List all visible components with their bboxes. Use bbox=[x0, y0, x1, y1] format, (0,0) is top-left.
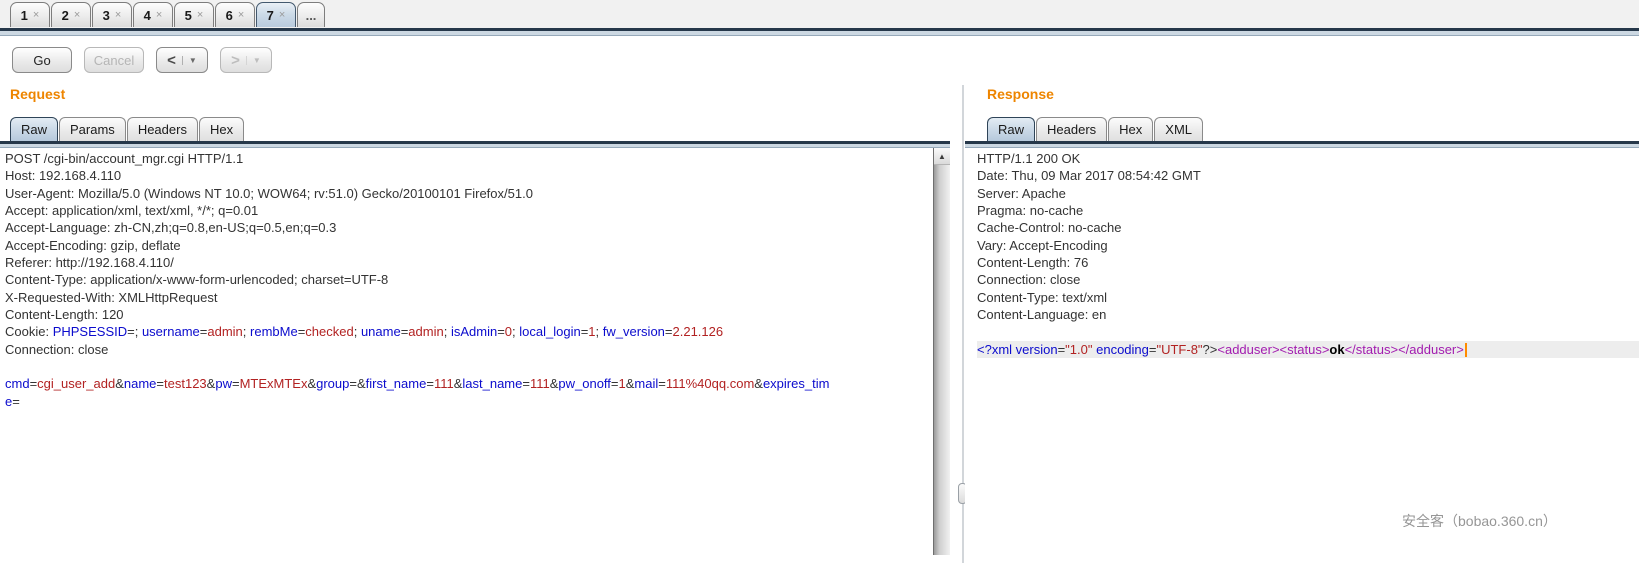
tab-label: 4 bbox=[144, 8, 151, 23]
close-icon[interactable]: × bbox=[279, 9, 285, 21]
code-line: Connection: close bbox=[977, 271, 1639, 288]
request-tab-params[interactable]: Params bbox=[59, 117, 126, 141]
response-raw-editor[interactable]: HTTP/1.1 200 OKDate: Thu, 09 Mar 2017 08… bbox=[965, 149, 1639, 563]
code-line: Cookie: PHPSESSID=; username=admin; remb… bbox=[5, 323, 938, 340]
code-line bbox=[977, 323, 1639, 340]
code-line: Cache-Control: no-cache bbox=[977, 219, 1639, 236]
code-line: HTTP/1.1 200 OK bbox=[977, 150, 1639, 167]
response-panel-title: Response bbox=[987, 86, 1054, 102]
repeater-tab-7[interactable]: 7× bbox=[256, 2, 296, 27]
chevron-down-icon[interactable]: ▼ bbox=[246, 56, 267, 65]
code-line: Accept: application/xml, text/xml, */*; … bbox=[5, 202, 938, 219]
tab-label: 5 bbox=[185, 8, 192, 23]
response-tabs-underline-hairline bbox=[965, 147, 1639, 148]
code-line: Content-Length: 120 bbox=[5, 306, 938, 323]
code-line: Content-Length: 76 bbox=[977, 254, 1639, 271]
chevron-right-icon: > bbox=[225, 52, 246, 69]
tab-label: 6 bbox=[226, 8, 233, 23]
watermark-text: 安全客（bobao.360.cn） bbox=[1402, 511, 1557, 531]
close-icon[interactable]: × bbox=[115, 9, 121, 21]
code-line: Server: Apache bbox=[977, 185, 1639, 202]
text-cursor bbox=[1465, 343, 1467, 357]
repeater-tabs: 1×2×3×4×5×6×7×... bbox=[10, 2, 325, 27]
repeater-tab-bar: 1×2×3×4×5×6×7×... bbox=[0, 0, 1639, 28]
response-tab-xml[interactable]: XML bbox=[1154, 117, 1203, 141]
request-tab-raw[interactable]: Raw bbox=[10, 117, 58, 141]
repeater-tab-4[interactable]: 4× bbox=[133, 2, 173, 27]
close-icon[interactable]: × bbox=[74, 9, 80, 21]
tab-label: 3 bbox=[103, 8, 110, 23]
tab-label: 7 bbox=[267, 8, 274, 23]
response-view-tabs: RawHeadersHexXML bbox=[987, 117, 1203, 141]
tab-label: 2 bbox=[62, 8, 69, 23]
code-line: Vary: Accept-Encoding bbox=[977, 237, 1639, 254]
response-tab-headers[interactable]: Headers bbox=[1036, 117, 1107, 141]
code-line: Pragma: no-cache bbox=[977, 202, 1639, 219]
tab-bar-underline-hairline bbox=[0, 35, 1639, 36]
scroll-up-icon[interactable]: ▲ bbox=[934, 148, 950, 165]
tab-label: ... bbox=[306, 8, 317, 23]
close-icon[interactable]: × bbox=[197, 9, 203, 21]
code-line: <?xml version="1.0" encoding="UTF-8"?><a… bbox=[977, 341, 1639, 358]
code-line: Content-Language: en bbox=[977, 306, 1639, 323]
code-line bbox=[5, 358, 938, 375]
request-tab-hex[interactable]: Hex bbox=[199, 117, 244, 141]
code-line: Accept-Language: zh-CN,zh;q=0.8,en-US;q=… bbox=[5, 219, 938, 236]
tab-overflow[interactable]: ... bbox=[297, 2, 325, 27]
repeater-tab-3[interactable]: 3× bbox=[92, 2, 132, 27]
repeater-tab-6[interactable]: 6× bbox=[215, 2, 255, 27]
code-line: cmd=cgi_user_add&name=test123&pw=MTExMTE… bbox=[5, 375, 938, 392]
response-tab-hex[interactable]: Hex bbox=[1108, 117, 1153, 141]
request-panel-title: Request bbox=[10, 86, 65, 102]
repeater-tab-1[interactable]: 1× bbox=[10, 2, 50, 27]
code-line: Content-Type: text/xml bbox=[977, 289, 1639, 306]
repeater-tab-2[interactable]: 2× bbox=[51, 2, 91, 27]
request-view-tabs: RawParamsHeadersHex bbox=[10, 117, 244, 141]
cancel-button[interactable]: Cancel bbox=[84, 47, 144, 73]
close-icon[interactable]: × bbox=[156, 9, 162, 21]
request-tab-headers[interactable]: Headers bbox=[127, 117, 198, 141]
code-line: X-Requested-With: XMLHttpRequest bbox=[5, 289, 938, 306]
code-line: POST /cgi-bin/account_mgr.cgi HTTP/1.1 bbox=[5, 150, 938, 167]
chevron-left-icon: < bbox=[161, 52, 182, 69]
close-icon[interactable]: × bbox=[33, 9, 39, 21]
go-button[interactable]: Go bbox=[12, 47, 72, 73]
next-request-button[interactable]: > ▼ bbox=[220, 47, 272, 73]
code-line: User-Agent: Mozilla/5.0 (Windows NT 10.0… bbox=[5, 185, 938, 202]
response-tab-raw[interactable]: Raw bbox=[987, 117, 1035, 141]
repeater-tab-5[interactable]: 5× bbox=[174, 2, 214, 27]
code-line: Accept-Encoding: gzip, deflate bbox=[5, 237, 938, 254]
code-line: e= bbox=[5, 393, 938, 410]
code-line: Referer: http://192.168.4.110/ bbox=[5, 254, 938, 271]
request-raw-editor[interactable]: POST /cgi-bin/account_mgr.cgi HTTP/1.1Ho… bbox=[0, 149, 938, 563]
code-line: Content-Type: application/x-www-form-url… bbox=[5, 271, 938, 288]
code-line: Connection: close bbox=[5, 341, 938, 358]
request-tabs-underline-hairline bbox=[0, 147, 950, 148]
previous-request-button[interactable]: < ▼ bbox=[156, 47, 208, 73]
code-line: Date: Thu, 09 Mar 2017 08:54:42 GMT bbox=[977, 167, 1639, 184]
code-line: Host: 192.168.4.110 bbox=[5, 167, 938, 184]
close-icon[interactable]: × bbox=[238, 9, 244, 21]
chevron-down-icon[interactable]: ▼ bbox=[182, 56, 203, 65]
request-scrollbar[interactable]: ▲ bbox=[933, 148, 950, 555]
tab-label: 1 bbox=[21, 8, 28, 23]
